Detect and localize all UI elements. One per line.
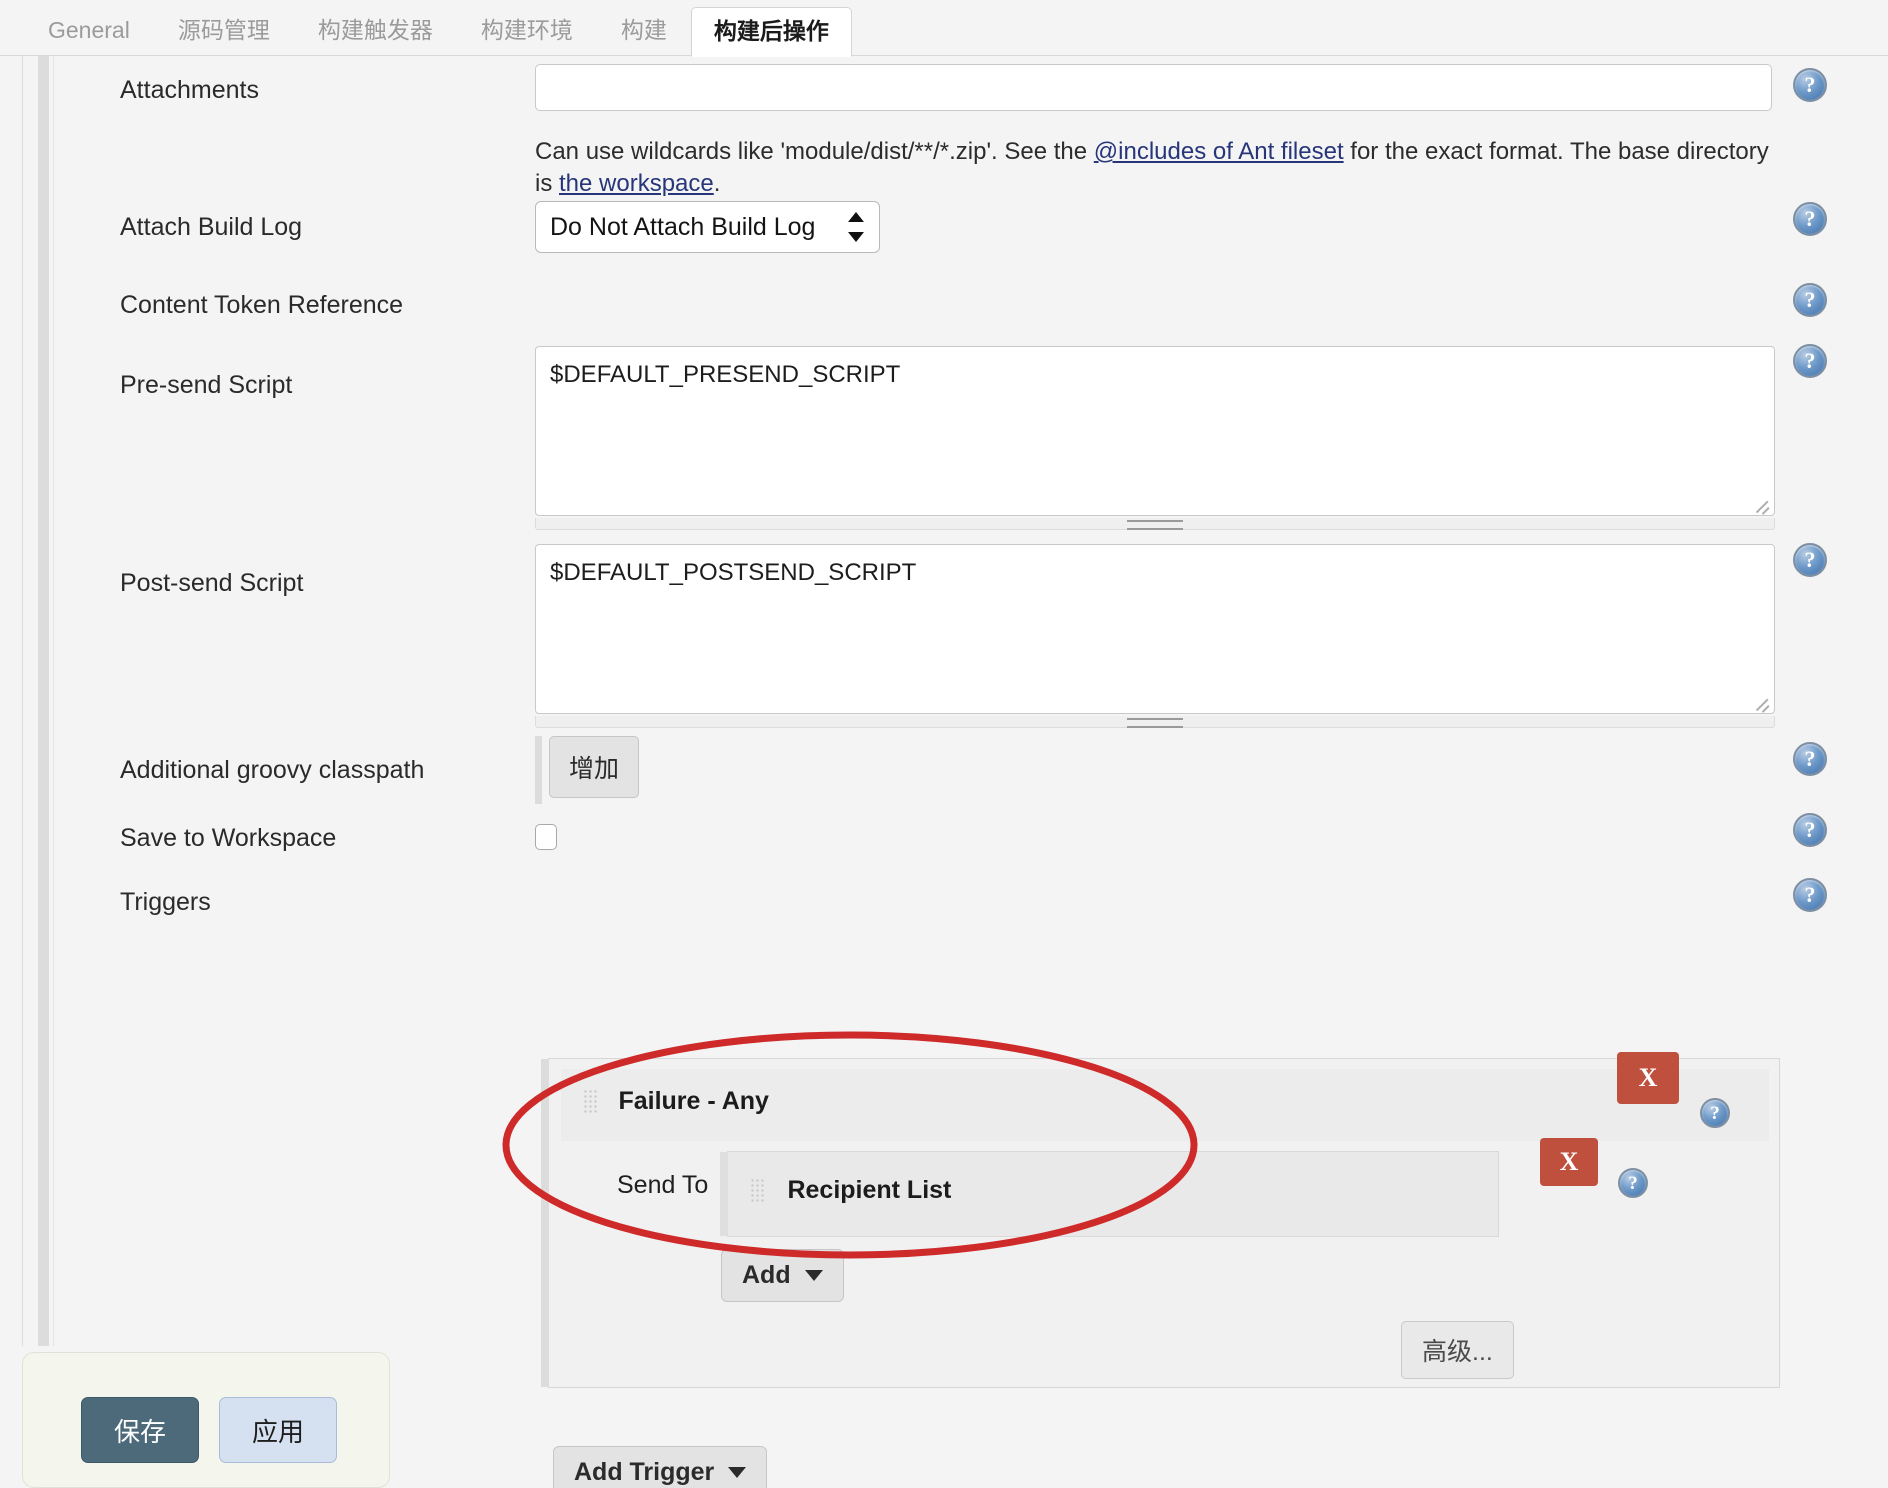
chevron-down-icon-add bbox=[804, 1270, 823, 1281]
recipient-list-item: Recipient List bbox=[720, 1151, 1499, 1237]
help-icon-post-send-script[interactable]: ? bbox=[1793, 543, 1827, 577]
label-content-token-reference: Content Token Reference bbox=[120, 291, 404, 319]
save-button[interactable]: 保存 bbox=[81, 1397, 199, 1463]
tab-source-code-management[interactable]: 源码管理 bbox=[154, 19, 294, 56]
form-rail-bar bbox=[38, 56, 49, 1346]
help-icon-pre-send-script[interactable]: ? bbox=[1793, 344, 1827, 378]
help-icon-recipient-item[interactable]: ? bbox=[1618, 1168, 1648, 1198]
drag-handle-icon-trigger[interactable] bbox=[583, 1088, 598, 1115]
triggers-panel-rail bbox=[541, 1059, 549, 1387]
form-rail-inner bbox=[53, 56, 54, 1346]
attach-build-log-select[interactable]: Do Not Attach Build Log bbox=[535, 201, 880, 253]
tab-bar-underline bbox=[0, 55, 1888, 56]
add-recipient-label: Add bbox=[742, 1261, 791, 1289]
drag-handle-icon-recipient[interactable] bbox=[750, 1177, 765, 1204]
trigger-item-failure-any: Failure - Any bbox=[561, 1069, 1769, 1141]
recipient-list-rail bbox=[720, 1152, 728, 1236]
help-text-suffix: . bbox=[713, 170, 721, 198]
help-icon-attach-build-log[interactable]: ? bbox=[1793, 202, 1827, 236]
ant-fileset-link[interactable]: @includes of Ant fileset bbox=[1094, 138, 1344, 165]
save-to-workspace-checkbox[interactable] bbox=[535, 824, 557, 850]
send-to-label: Send To bbox=[617, 1171, 709, 1199]
pre-send-script-textarea[interactable]: $DEFAULT_PRESEND_SCRIPT bbox=[535, 346, 1775, 516]
tab-post-build-actions[interactable]: 构建后操作 bbox=[690, 7, 852, 57]
remove-recipient-button[interactable]: X bbox=[1540, 1138, 1598, 1186]
help-icon-groovy-classpath[interactable]: ? bbox=[1793, 742, 1827, 776]
help-icon-trigger-item[interactable]: ? bbox=[1700, 1098, 1730, 1128]
add-trigger-label: Add Trigger bbox=[574, 1458, 715, 1486]
drag-grip-pre-send[interactable] bbox=[535, 518, 1775, 530]
tab-build-environment[interactable]: 构建环境 bbox=[457, 19, 597, 56]
help-icon-attachments[interactable]: ? bbox=[1793, 68, 1827, 102]
label-pre-send-script: Pre-send Script bbox=[120, 371, 293, 399]
drag-grip-post-send[interactable] bbox=[535, 716, 1775, 728]
add-recipient-button[interactable]: Add bbox=[721, 1249, 844, 1302]
groovy-classpath-rail bbox=[535, 736, 542, 804]
attachments-input[interactable] bbox=[535, 64, 1772, 111]
post-send-script-wrap: $DEFAULT_POSTSEND_SCRIPT bbox=[535, 544, 1775, 728]
help-text-prefix: Can use wildcards like 'module/dist/**/*… bbox=[535, 138, 1094, 165]
help-icon-triggers[interactable]: ? bbox=[1793, 878, 1827, 912]
label-post-send-script: Post-send Script bbox=[120, 569, 304, 597]
remove-trigger-button[interactable]: X bbox=[1617, 1052, 1679, 1104]
post-send-script-field: $DEFAULT_POSTSEND_SCRIPT bbox=[535, 544, 1775, 728]
help-icon-content-token-reference[interactable]: ? bbox=[1793, 283, 1827, 317]
workspace-link[interactable]: the workspace bbox=[559, 170, 714, 197]
label-attachments: Attachments bbox=[120, 76, 259, 104]
attachments-help-text: Can use wildcards like 'module/dist/**/*… bbox=[535, 136, 1785, 201]
attach-build-log-field: Do Not Attach Build Log bbox=[535, 201, 880, 253]
apply-button[interactable]: 应用 bbox=[219, 1397, 337, 1463]
groovy-classpath-field: 增加 bbox=[535, 736, 655, 804]
form-action-bar: 保存 应用 bbox=[22, 1352, 390, 1488]
label-groovy-classpath: Additional groovy classpath bbox=[120, 756, 425, 784]
label-save-to-workspace: Save to Workspace bbox=[120, 824, 337, 852]
help-icon-save-to-workspace[interactable]: ? bbox=[1793, 813, 1827, 847]
tab-build-triggers[interactable]: 构建触发器 bbox=[294, 19, 457, 56]
add-trigger-button[interactable]: Add Trigger bbox=[553, 1446, 768, 1488]
attachments-field bbox=[535, 64, 1772, 111]
trigger-title: Failure - Any bbox=[618, 1087, 769, 1115]
chevron-down-icon-add-trigger bbox=[728, 1467, 747, 1478]
advanced-button[interactable]: 高级... bbox=[1401, 1321, 1514, 1379]
pre-send-script-wrap: $DEFAULT_PRESEND_SCRIPT bbox=[535, 346, 1775, 530]
label-attach-build-log: Attach Build Log bbox=[120, 213, 303, 241]
tab-general[interactable]: General bbox=[24, 19, 154, 56]
form-rail-outer bbox=[22, 56, 23, 1346]
groovy-classpath-add-button[interactable]: 增加 bbox=[549, 736, 639, 798]
post-send-script-textarea[interactable]: $DEFAULT_POSTSEND_SCRIPT bbox=[535, 544, 1775, 714]
tab-build[interactable]: 构建 bbox=[597, 19, 691, 56]
triggers-panel: Failure - Any Send To Recipient List Add… bbox=[541, 1058, 1780, 1388]
tab-strip: General 源码管理 构建触发器 构建环境 构建 构建后操作 bbox=[24, 7, 852, 57]
attach-build-log-select-wrap: Do Not Attach Build Log bbox=[535, 201, 880, 253]
jenkins-post-build-config-page: General 源码管理 构建触发器 构建环境 构建 构建后操作 Attachm… bbox=[0, 0, 1888, 1488]
pre-send-script-field: $DEFAULT_PRESEND_SCRIPT bbox=[535, 346, 1775, 530]
recipient-list-title: Recipient List bbox=[787, 1176, 952, 1204]
save-to-workspace-field bbox=[535, 824, 557, 855]
label-triggers: Triggers bbox=[120, 888, 211, 916]
config-tab-bar: General 源码管理 构建触发器 构建环境 构建 构建后操作 bbox=[0, 0, 1888, 57]
